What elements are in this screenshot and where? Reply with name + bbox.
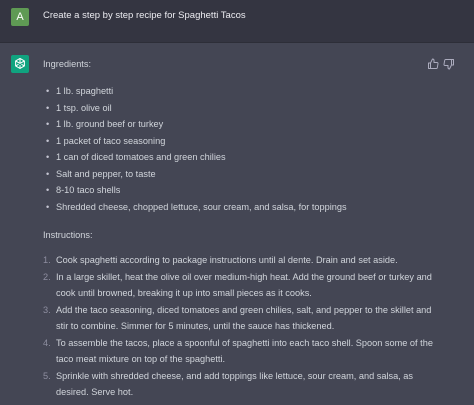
ingredient-item: • 8-10 taco shells [43,182,347,199]
ingredient-text: 1 packet of taco seasoning [56,135,166,146]
ingredients-heading: Ingredients: [43,59,92,69]
ingredient-item: • 1 lb. spaghetti [43,83,347,100]
instruction-step: 3. Add the taco seasoning, diced tomatoes… [43,302,438,334]
step-number: 3. [43,305,51,315]
step-text: Cook spaghetti according to package inst… [56,255,398,265]
ingredient-text: 1 lb. spaghetti [56,86,114,96]
bullet-marker: • [46,86,50,96]
ingredient-text: 1 can of diced tomatoes and green chilie… [56,152,226,162]
ingredient-text: Salt and pepper, to taste [56,168,156,179]
bullet-marker: • [46,102,50,113]
step-number: 4. [43,338,51,348]
ingredient-text: 1 lb. ground beef or turkey [56,119,164,129]
step-text: In a large skillet, heat the olive oil o… [56,272,432,298]
instruction-step: 1. Cook spaghetti according to package in… [43,252,438,268]
step-number: 2. [43,272,51,282]
instruction-step: 5. Sprinkle with shredded cheese, and add… [43,368,438,400]
bullet-marker: • [46,201,50,212]
thumbs-down-icon[interactable] [443,57,455,70]
ingredient-item: • Shredded cheese, chopped lettuce, sour … [43,199,347,216]
user-avatar: A [11,8,29,26]
ingredient-text: 1 tsp. olive oil [56,102,112,113]
bullet-marker: • [46,152,50,162]
ingredient-item: • 1 lb. ground beef or turkey [43,116,347,133]
step-text: Sprinkle with shredded cheese, and add t… [56,371,413,397]
step-text: Add the taco seasoning, diced tomatoes a… [56,305,432,331]
bullet-marker: • [46,119,50,129]
bullet-marker: • [46,135,50,146]
ingredient-text: 8-10 taco shells [56,185,121,195]
instruction-step: 4. To assemble the tacos, place a spoonfu… [43,335,438,367]
user-prompt-text: Create a step by step recipe for Spaghet… [43,10,246,21]
instructions-heading: Instructions: [43,230,93,240]
step-number: 5. [43,371,51,381]
ingredient-text: Shredded cheese, chopped lettuce, sour c… [56,201,347,212]
assistant-message-row: Ingredients: • 1 lb. spaghetti • 1 tsp. oli… [0,43,474,405]
ingredient-item: • 1 packet of taco seasoning [43,133,347,150]
step-number: 1. [43,255,51,265]
instruction-step: 2. In a large skillet, heat the olive oil… [43,269,438,301]
step-text: To assemble the tacos, place a spoonful … [56,338,433,364]
user-message-row: A Create a step by step recipe for Spagh… [0,0,474,43]
instructions-list: 1. Cook spaghetti according to package in… [43,252,438,401]
thumbs-up-icon[interactable] [427,57,439,69]
ingredient-item: • 1 can of diced tomatoes and green chili… [43,149,347,166]
ingredient-item: • Salt and pepper, to taste [43,166,347,183]
openai-logo-icon [11,55,29,73]
bullet-marker: • [46,168,50,179]
bullet-marker: • [46,185,50,195]
ingredients-list: • 1 lb. spaghetti • 1 tsp. olive oil • 1 lb. … [43,83,347,215]
ingredient-item: • 1 tsp. olive oil [43,100,347,117]
